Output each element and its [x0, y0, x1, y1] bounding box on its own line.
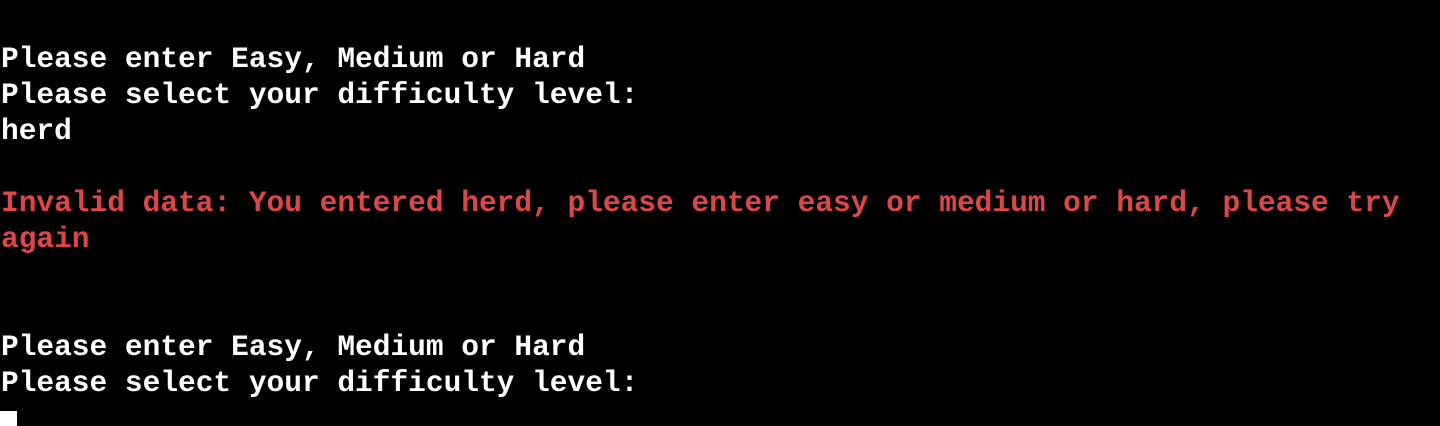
text-cursor: [0, 411, 17, 426]
input-line[interactable]: [0, 401, 1440, 426]
user-input-line: herd: [1, 114, 72, 148]
error-message: Invalid data: You entered herd, please e…: [1, 186, 1400, 256]
difficulty-prompt-line: Please select your difficulty level:: [1, 78, 639, 112]
terminal-window[interactable]: Please enter Easy, Medium or Hard Please…: [0, 0, 1440, 426]
prompt-options-line: Please enter Easy, Medium or Hard: [1, 42, 586, 76]
prompt-options-line: Please enter Easy, Medium or Hard: [1, 330, 586, 364]
difficulty-prompt-line: Please select your difficulty level:: [1, 366, 639, 400]
